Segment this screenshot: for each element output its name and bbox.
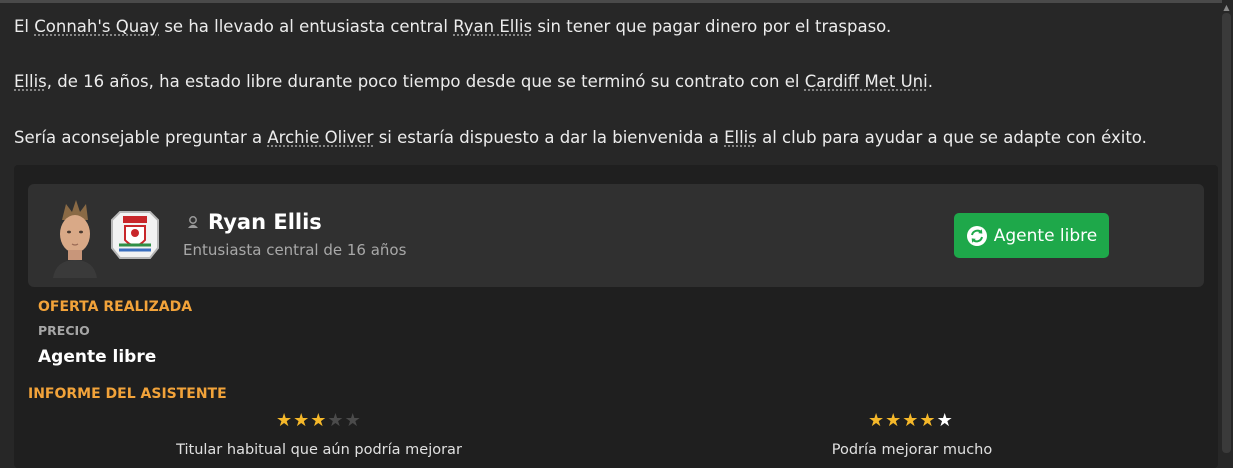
player-link-ryan-ellis[interactable]: Ryan Ellis — [453, 17, 532, 36]
refresh-icon — [966, 225, 987, 246]
price-label: PRECIO — [38, 323, 90, 338]
star-half-icon: ★ — [936, 410, 954, 431]
star-icon: ★ — [310, 410, 328, 431]
assistant-report-heading: INFORME DEL ASISTENTE — [28, 386, 227, 402]
news-paragraph-2: Ellis, de 16 años, ha estado libre duran… — [14, 72, 933, 91]
club-link-connahs-quay[interactable]: Connah's Quay — [34, 17, 159, 36]
scroll-up-arrow-icon[interactable]: ▲ — [1222, 3, 1231, 12]
free-agent-status-button[interactable]: Agente libre — [954, 213, 1109, 258]
person-link-archie-oliver[interactable]: Archie Oliver — [267, 128, 373, 147]
free-agent-button-label: Agente libre — [993, 225, 1098, 246]
club-link-cardiff-met-uni[interactable]: Cardiff Met Uni — [805, 72, 928, 91]
star-empty-icon: ★ — [327, 410, 345, 431]
news-paragraph-3: Sería aconsejable preguntar a Archie Oli… — [14, 128, 1147, 147]
player-subtitle: Entusiasta central de 16 años — [183, 241, 407, 259]
star-icon: ★ — [276, 410, 294, 431]
price-value: Agente libre — [38, 347, 157, 367]
player-link-ellis[interactable]: Ellis — [14, 72, 47, 91]
current-ability-caption: Titular habitual que aún podría mejorar — [176, 442, 462, 458]
star-icon: ★ — [885, 410, 903, 431]
club-crest-icon[interactable] — [106, 206, 164, 264]
player-name[interactable]: Ryan Ellis — [208, 210, 322, 234]
potential-ability-stars: ★★★★★ — [868, 410, 954, 431]
star-icon: ★ — [868, 410, 886, 431]
star-icon: ★ — [293, 410, 311, 431]
star-icon: ★ — [902, 410, 920, 431]
news-paragraph-1: El Connah's Quay se ha llevado al entusi… — [14, 17, 892, 36]
player-name-row: Ryan Ellis — [186, 210, 322, 234]
offer-heading: OFERTA REALIZADA — [38, 299, 193, 315]
player-link-ellis-2[interactable]: Ellis — [724, 128, 757, 147]
person-icon — [188, 216, 198, 228]
player-face-avatar[interactable] — [50, 198, 100, 278]
vertical-scrollbar[interactable] — [1222, 13, 1231, 453]
potential-ability-caption: Podría mejorar mucho — [831, 442, 993, 458]
current-ability-stars: ★★★★★ — [276, 410, 362, 431]
top-divider — [0, 0, 1222, 3]
star-icon: ★ — [919, 410, 937, 431]
star-empty-icon: ★ — [344, 410, 362, 431]
